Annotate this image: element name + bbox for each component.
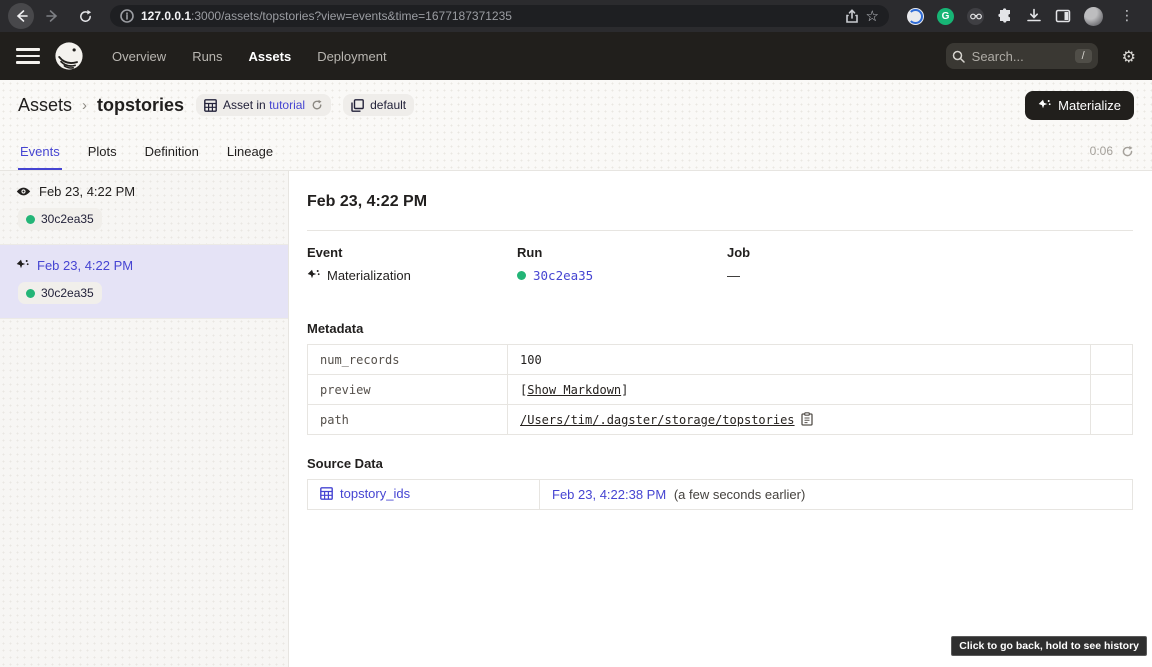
- asset-header: Assets › topstories Asset in tutorial de…: [0, 80, 1152, 171]
- back-button-tooltip: Click to go back, hold to see history: [951, 636, 1147, 656]
- app-navbar: Overview Runs Assets Deployment Search..…: [0, 32, 1152, 80]
- breadcrumb-asset-name: topstories: [97, 95, 184, 116]
- search-placeholder: Search...: [972, 49, 1068, 64]
- event-list-item-materialization[interactable]: Feb 23, 4:22 PM 30c2ea35: [0, 245, 288, 319]
- extensions-area: G ⋮: [901, 7, 1144, 26]
- run-tag[interactable]: 30c2ea35: [18, 282, 102, 304]
- table-grid-icon: [204, 99, 217, 112]
- browser-menu-icon[interactable]: ⋮: [1116, 8, 1138, 24]
- metadata-table: num_records 100 preview [Show Markdown] …: [307, 344, 1133, 435]
- run-label: Run: [517, 245, 727, 260]
- asset-group-label: Asset in tutorial: [223, 98, 305, 112]
- breadcrumb: Assets › topstories: [18, 95, 184, 116]
- job-label: Job: [727, 245, 1133, 260]
- source-asset-link[interactable]: topstory_ids: [320, 486, 410, 501]
- repo-badge-label: default: [370, 98, 406, 112]
- tab-events[interactable]: Events: [18, 136, 62, 170]
- metadata-key: num_records: [308, 345, 508, 375]
- event-run-job-summary: Event Materialization Run 30c2ea35 Job —: [307, 245, 1133, 283]
- search-shortcut-badge: /: [1075, 49, 1092, 63]
- event-value: Materialization: [307, 268, 517, 283]
- event-detail-panel: Feb 23, 4:22 PM Event Materialization Ru…: [289, 171, 1152, 667]
- source-event-time-link[interactable]: Feb 23, 4:22:38 PM: [552, 487, 666, 502]
- run-tag[interactable]: 30c2ea35: [18, 208, 102, 230]
- job-value: —: [727, 268, 740, 283]
- browser-forward-button[interactable]: [40, 3, 66, 29]
- path-link[interactable]: /Users/tim/.dagster/storage/topstories: [520, 413, 795, 427]
- metadata-value: /Users/tim/.dagster/storage/topstories: [508, 405, 1091, 435]
- grammarly-icon[interactable]: G: [937, 8, 954, 25]
- extension-icon-1[interactable]: [907, 8, 924, 25]
- tab-lineage[interactable]: Lineage: [225, 136, 275, 170]
- metadata-key: preview: [308, 375, 508, 405]
- hamburger-menu-icon[interactable]: [16, 44, 40, 68]
- nav-item-deployment[interactable]: Deployment: [317, 49, 386, 64]
- event-detail-title: Feb 23, 4:22 PM: [307, 193, 1133, 211]
- nav-item-assets[interactable]: Assets: [249, 49, 292, 64]
- event-label: Event: [307, 245, 517, 260]
- metadata-key: path: [308, 405, 508, 435]
- search-input[interactable]: Search... /: [946, 43, 1098, 69]
- nav-item-runs[interactable]: Runs: [192, 49, 222, 64]
- refresh-icon-small[interactable]: [311, 99, 323, 111]
- run-status-dot: [26, 289, 35, 298]
- materialization-sparkle-icon: [16, 259, 29, 272]
- table-grid-icon: [320, 487, 333, 500]
- run-status-dot: [26, 215, 35, 224]
- table-row: preview [Show Markdown]: [308, 375, 1133, 405]
- bookmark-star-icon[interactable]: ☆: [866, 7, 879, 25]
- event-list-sidebar: Feb 23, 4:22 PM 30c2ea35 Feb 23, 4:22 PM…: [0, 171, 289, 667]
- settings-gear-icon[interactable]: ⚙: [1122, 47, 1136, 66]
- tab-definition[interactable]: Definition: [143, 136, 201, 170]
- repo-badge[interactable]: default: [343, 94, 414, 116]
- refresh-icon[interactable]: [1121, 145, 1134, 158]
- url-text: 127.0.0.1:3000/assets/topstories?view=ev…: [141, 9, 512, 23]
- copy-to-clipboard-icon[interactable]: [801, 412, 813, 426]
- run-status-dot: [517, 271, 526, 280]
- event-list-item-observation[interactable]: Feb 23, 4:22 PM 30c2ea35: [0, 171, 288, 245]
- materialize-button[interactable]: Materialize: [1025, 91, 1134, 120]
- table-row: num_records 100: [308, 345, 1133, 375]
- tab-plots[interactable]: Plots: [86, 136, 119, 170]
- share-icon[interactable]: [845, 9, 859, 24]
- browser-profile-avatar[interactable]: [1084, 7, 1103, 26]
- goggles-extension-icon[interactable]: [967, 8, 984, 25]
- table-row: topstory_ids Feb 23, 4:22:38 PM (a few s…: [308, 480, 1133, 510]
- tutorial-link[interactable]: tutorial: [269, 98, 305, 112]
- breadcrumb-assets-link[interactable]: Assets: [18, 95, 72, 116]
- breadcrumb-separator: ›: [82, 97, 87, 114]
- materialization-sparkle-icon: [1038, 99, 1051, 112]
- show-markdown-link[interactable]: Show Markdown: [527, 383, 621, 397]
- observation-eye-icon: [16, 186, 31, 197]
- metadata-value: 100: [508, 345, 1091, 375]
- window-resize-corner: [1140, 655, 1152, 667]
- asset-tabs: Events Plots Definition Lineage 0:06: [0, 130, 1152, 170]
- extensions-puzzle-icon[interactable]: [997, 8, 1013, 24]
- copies-icon: [351, 99, 364, 112]
- url-bar[interactable]: 127.0.0.1:3000/assets/topstories?view=ev…: [110, 5, 889, 27]
- site-info-icon[interactable]: [120, 9, 134, 23]
- source-event-note: (a few seconds earlier): [674, 487, 806, 502]
- materialization-sparkle-icon: [307, 269, 320, 282]
- event-time: Feb 23, 4:22 PM: [39, 184, 135, 199]
- refresh-timer: 0:06: [1090, 144, 1134, 158]
- timer-value: 0:06: [1090, 144, 1113, 158]
- nav-item-overview[interactable]: Overview: [112, 49, 166, 64]
- table-row: path /Users/tim/.dagster/storage/topstor…: [308, 405, 1133, 435]
- dagster-logo[interactable]: [54, 41, 84, 71]
- event-time: Feb 23, 4:22 PM: [37, 258, 133, 273]
- source-data-table: topstory_ids Feb 23, 4:22:38 PM (a few s…: [307, 479, 1133, 510]
- browser-reload-button[interactable]: [72, 3, 98, 29]
- downloads-icon[interactable]: [1026, 8, 1042, 24]
- run-id-link[interactable]: 30c2ea35: [533, 268, 593, 283]
- metadata-section-title: Metadata: [307, 321, 1133, 336]
- source-data-section-title: Source Data: [307, 456, 1133, 471]
- sidepanel-icon[interactable]: [1055, 8, 1071, 24]
- search-icon: [952, 50, 965, 63]
- metadata-value: [Show Markdown]: [508, 375, 1091, 405]
- browser-back-button[interactable]: [8, 3, 34, 29]
- asset-group-badge[interactable]: Asset in tutorial: [196, 94, 331, 116]
- browser-toolbar: 127.0.0.1:3000/assets/topstories?view=ev…: [0, 0, 1152, 32]
